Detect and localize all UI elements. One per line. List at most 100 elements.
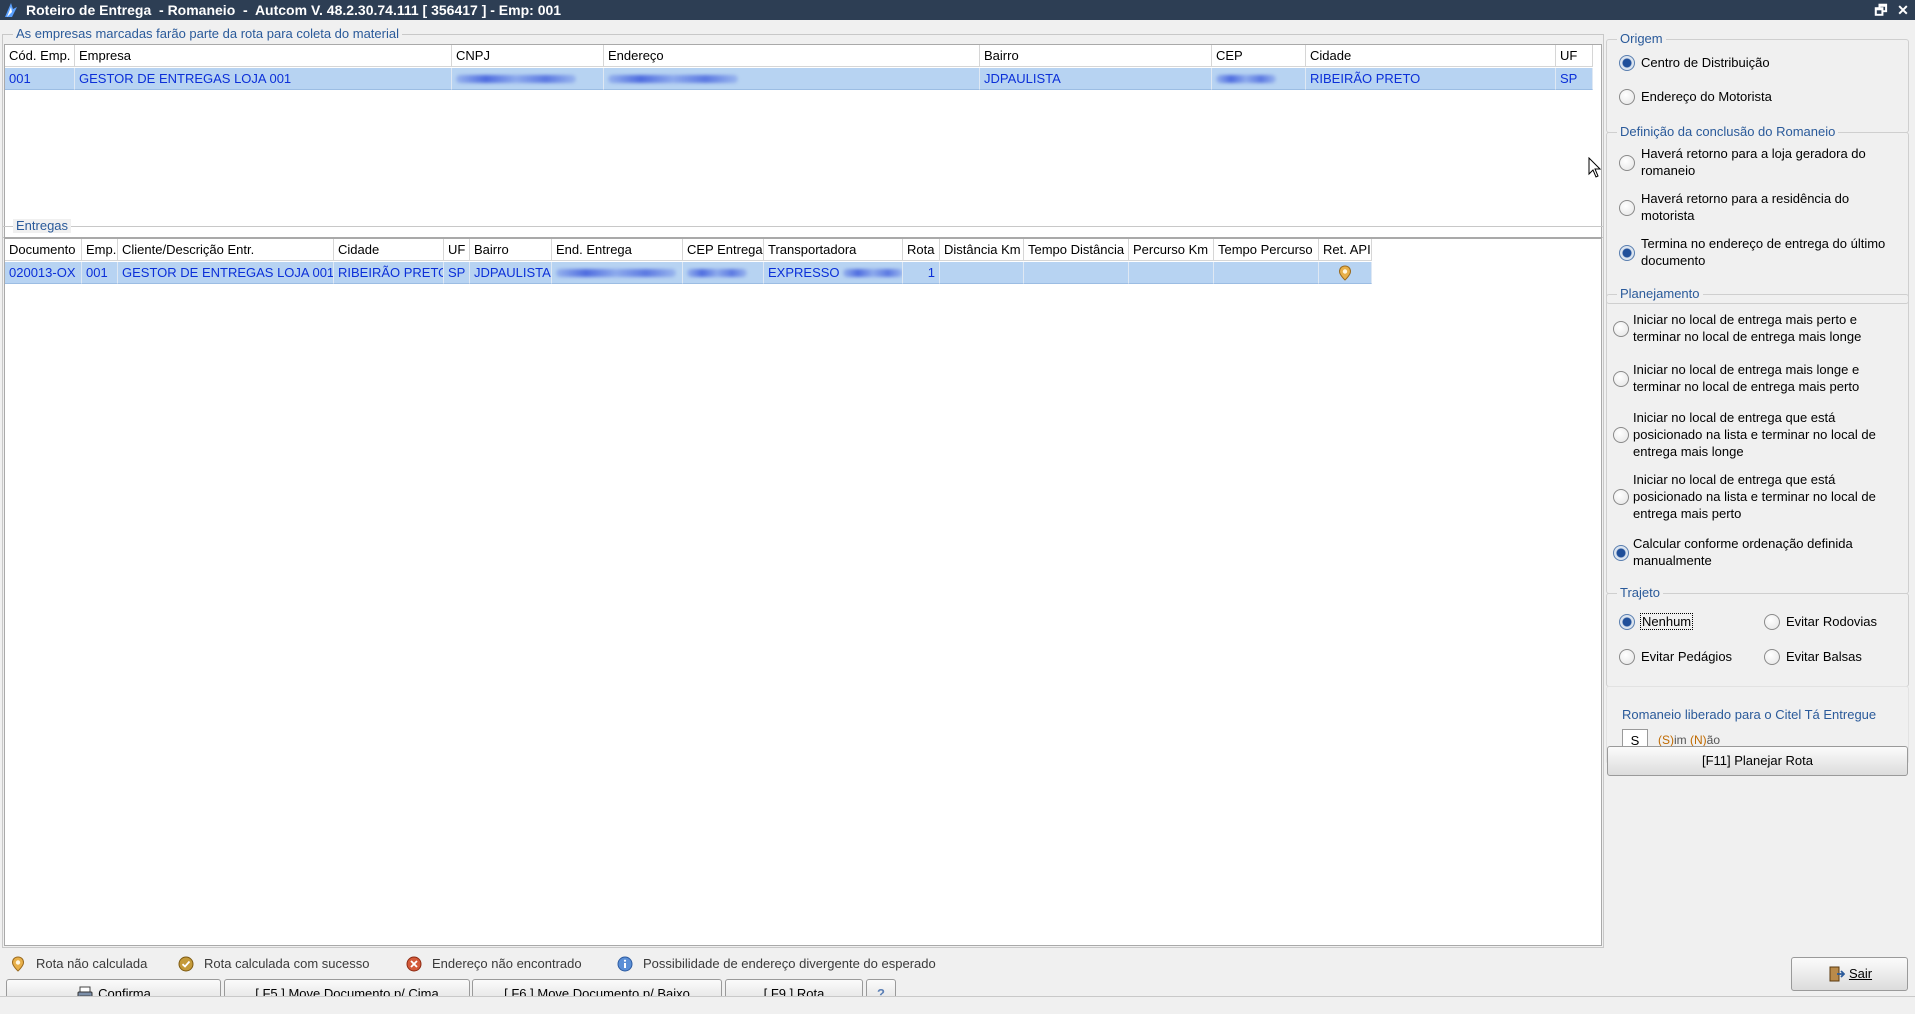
- path-radio-none[interactable]: [1619, 614, 1635, 630]
- cell-uf: SP: [444, 262, 470, 284]
- cell-uf: SP: [1556, 68, 1593, 90]
- legend-success: Rota calculada com sucesso: [178, 955, 398, 973]
- cell-percurso-km: [1129, 262, 1214, 284]
- status-bar: [0, 996, 1915, 1014]
- deliveries-grid[interactable]: Documento Emp. Cliente/Descrição Entr. C…: [4, 238, 1602, 946]
- origin-label-driver-address[interactable]: Endereço do Motorista: [1641, 88, 1772, 105]
- conclusion-label-end-last[interactable]: Termina no endereço de entrega do último…: [1641, 235, 1901, 269]
- map-pin-icon: [11, 956, 25, 972]
- cell-cnpj-redacted: [452, 68, 604, 90]
- released-title: Romaneio liberado para o Citel Tá Entreg…: [1622, 707, 1877, 722]
- path-title: Trajeto: [1617, 586, 1663, 600]
- companies-grid[interactable]: Cód. Emp. Empresa CNPJ Endereço Bairro C…: [4, 44, 1602, 238]
- planning-radio-manual[interactable]: [1613, 545, 1629, 561]
- conclusion-radio-end-last[interactable]: [1619, 245, 1635, 261]
- col-documento[interactable]: Documento: [5, 239, 82, 261]
- conclusion-label-return-driver[interactable]: Haverá retorno para a residência do moto…: [1641, 190, 1901, 224]
- col-cnpj[interactable]: CNPJ: [452, 45, 604, 67]
- path-label-avoid-tolls[interactable]: Evitar Pedágios: [1641, 648, 1732, 665]
- cell-tempo-percurso: [1214, 262, 1319, 284]
- origin-radio-distribution-center[interactable]: [1619, 55, 1635, 71]
- col-cep[interactable]: CEP: [1212, 45, 1306, 67]
- col-bairro[interactable]: Bairro: [470, 239, 552, 261]
- planning-label-list-to-far[interactable]: Iniciar no local de entrega que está pos…: [1633, 409, 1905, 460]
- planning-radio-near-to-far[interactable]: [1613, 321, 1629, 337]
- cell-ret-api[interactable]: [1319, 262, 1372, 284]
- col-cod-emp[interactable]: Cód. Emp.: [5, 45, 75, 67]
- planning-label-far-to-near[interactable]: Iniciar no local de entrega mais longe e…: [1633, 361, 1905, 395]
- legend-not-found-label: Endereço não encontrado: [432, 956, 582, 971]
- path-radio-avoid-ferries[interactable]: [1764, 649, 1780, 665]
- legend-not-calculated: Rota não calculada: [10, 955, 170, 973]
- path-label-avoid-highways[interactable]: Evitar Rodovias: [1786, 613, 1877, 630]
- col-rota[interactable]: Rota: [903, 239, 940, 261]
- cell-distancia-km: [940, 262, 1024, 284]
- planning-radio-list-to-near[interactable]: [1613, 489, 1629, 505]
- col-tempo-distancia[interactable]: Tempo Distância: [1024, 239, 1129, 261]
- hint-n: (N): [1690, 733, 1707, 747]
- restore-button[interactable]: 🗗: [1872, 1, 1890, 19]
- title-bar: Roteiro de Entrega - Romaneio - Autcom V…: [0, 0, 1915, 20]
- conclusion-title: Definição da conclusão do Romaneio: [1617, 125, 1839, 139]
- error-x-icon: [406, 956, 422, 972]
- origin-group: Origem Centro de Distribuição Endereço d…: [1606, 32, 1909, 133]
- col-cep-entrega[interactable]: CEP Entrega: [683, 239, 764, 261]
- col-percurso-km[interactable]: Percurso Km: [1129, 239, 1214, 261]
- cell-documento: 020013-OX: [5, 262, 82, 284]
- plan-route-button[interactable]: [F11] Planejar Rota: [1607, 746, 1908, 776]
- app-logo-icon: [5, 3, 17, 17]
- hint-ao: ão: [1706, 733, 1721, 747]
- cell-endereco-redacted: [604, 68, 980, 90]
- origin-title: Origem: [1617, 32, 1666, 46]
- path-label-avoid-ferries[interactable]: Evitar Balsas: [1786, 648, 1862, 665]
- col-distancia-km[interactable]: Distância Km: [940, 239, 1024, 261]
- origin-label-distribution-center[interactable]: Centro de Distribuição: [1641, 54, 1770, 71]
- conclusion-group: Definição da conclusão do Romaneio Haver…: [1606, 125, 1909, 304]
- planning-label-near-to-far[interactable]: Iniciar no local de entrega mais perto e…: [1633, 311, 1905, 345]
- col-cliente[interactable]: Cliente/Descrição Entr.: [118, 239, 334, 261]
- col-endereco[interactable]: Endereço: [604, 45, 980, 67]
- planning-radio-far-to-near[interactable]: [1613, 371, 1629, 387]
- planning-label-list-to-near[interactable]: Iniciar no local de entrega que está pos…: [1633, 471, 1905, 522]
- status-legend: Rota não calculada Rota calculada com su…: [0, 953, 1604, 975]
- success-check-icon: [178, 956, 194, 972]
- conclusion-label-return-store[interactable]: Haverá retorno para a loja geradora do r…: [1641, 145, 1901, 179]
- path-radio-avoid-tolls[interactable]: [1619, 649, 1635, 665]
- hint-im: im: [1674, 733, 1690, 747]
- main-panel: As empresas marcadas farão parte da rota…: [0, 22, 1604, 1014]
- col-bairro[interactable]: Bairro: [980, 45, 1212, 67]
- col-ret-api[interactable]: Ret. API: [1319, 239, 1372, 261]
- col-uf[interactable]: UF: [1556, 45, 1593, 67]
- col-empresa[interactable]: Empresa: [75, 45, 452, 67]
- col-uf[interactable]: UF: [444, 239, 470, 261]
- path-radio-avoid-highways[interactable]: [1764, 614, 1780, 630]
- conclusion-radio-return-store[interactable]: [1619, 155, 1635, 171]
- planning-label-manual[interactable]: Calcular conforme ordenação definida man…: [1633, 535, 1905, 569]
- path-label-none[interactable]: Nenhum: [1640, 613, 1694, 630]
- col-cidade[interactable]: Cidade: [1306, 45, 1556, 67]
- conclusion-radio-return-driver[interactable]: [1619, 200, 1635, 216]
- map-pin-icon: [1338, 265, 1352, 281]
- exit-button[interactable]: Sair: [1791, 957, 1908, 991]
- col-cidade[interactable]: Cidade: [334, 239, 444, 261]
- col-end-entrega[interactable]: End. Entrega: [552, 239, 683, 261]
- mouse-cursor-icon: [1588, 157, 1602, 178]
- info-icon: [617, 956, 633, 972]
- planning-title: Planejamento: [1617, 287, 1703, 301]
- cell-cliente: GESTOR DE ENTREGAS LOJA 001: [118, 262, 334, 284]
- path-group: Trajeto Nenhum Evitar Rodovias Evitar Pe…: [1606, 586, 1909, 687]
- cell-empresa: GESTOR DE ENTREGAS LOJA 001: [75, 68, 452, 90]
- legend-success-label: Rota calculada com sucesso: [204, 956, 370, 971]
- col-emp[interactable]: Emp.: [82, 239, 118, 261]
- col-tempo-percurso[interactable]: Tempo Percurso: [1214, 239, 1319, 261]
- deliveries-group-title: Entregas: [13, 219, 72, 233]
- cell-tempo-distancia: [1024, 262, 1129, 284]
- planning-radio-list-to-far[interactable]: [1613, 427, 1629, 443]
- close-button[interactable]: ✕: [1894, 1, 1912, 19]
- exit-label: Sair: [1848, 966, 1873, 981]
- cell-bairro: JDPAULISTA: [470, 262, 552, 284]
- cell-cidade: RIBEIRÃO PRETO: [1306, 68, 1556, 90]
- legend-divergent: Possibilidade de endereço divergente do …: [617, 955, 977, 973]
- origin-radio-driver-address[interactable]: [1619, 89, 1635, 105]
- col-transportadora[interactable]: Transportadora: [764, 239, 903, 261]
